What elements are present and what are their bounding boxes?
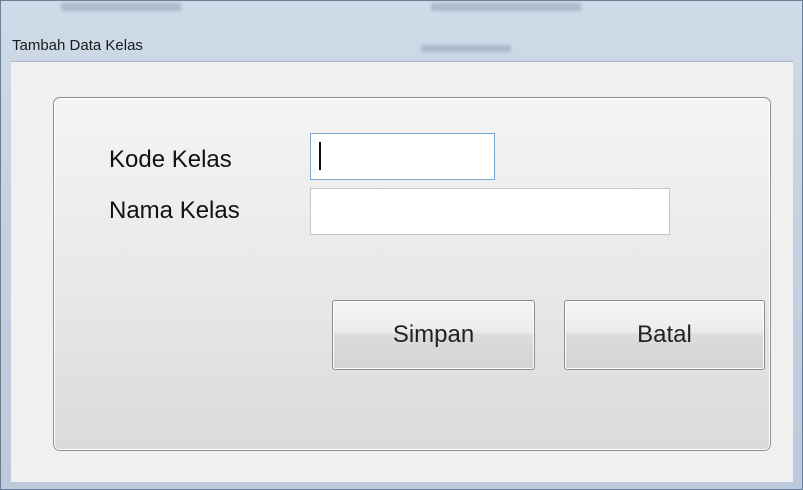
batal-button[interactable]: Batal: [564, 300, 765, 370]
nama-kelas-label: Nama Kelas: [109, 197, 240, 224]
simpan-button[interactable]: Simpan: [332, 300, 535, 370]
dialog-window: Tambah Data Kelas Kode Kelas Nama Kelas …: [0, 0, 803, 490]
kode-kelas-label: Kode Kelas: [109, 146, 232, 173]
nama-kelas-input[interactable]: [310, 188, 670, 235]
title-bar[interactable]: Tambah Data Kelas: [1, 1, 802, 61]
kode-kelas-input[interactable]: [310, 133, 495, 180]
dialog-client-area: Kode Kelas Nama Kelas Simpan Batal: [11, 61, 793, 482]
window-title: Tambah Data Kelas: [12, 37, 143, 54]
form-groupbox: Kode Kelas Nama Kelas Simpan Batal: [53, 97, 771, 451]
text-caret: [319, 142, 321, 170]
